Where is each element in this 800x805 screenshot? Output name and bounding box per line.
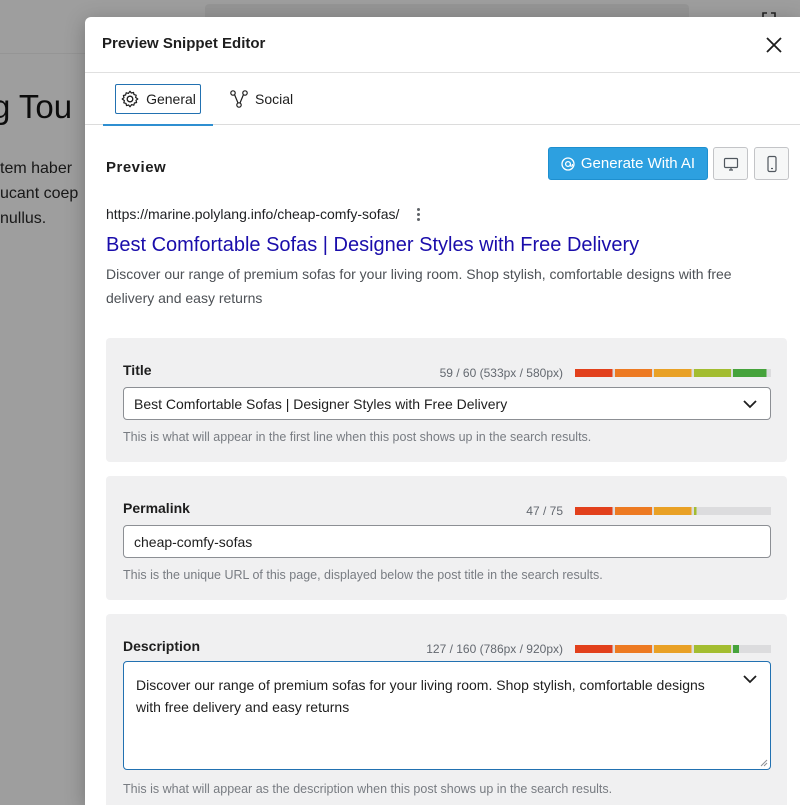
title-input[interactable]: Best Comfortable Sofas | Designer Styles…: [123, 387, 771, 420]
description-field-card: Description 127 / 160 (786px / 920px) Di…: [106, 614, 787, 805]
tab-general-label: General: [146, 91, 196, 107]
desktop-preview-button[interactable]: [713, 147, 748, 180]
meter-segment: [575, 645, 613, 653]
more-options-icon[interactable]: [413, 206, 424, 223]
meter-segment: [654, 645, 692, 653]
meter-segment: [654, 369, 692, 377]
preview-snippet-editor-modal: Preview Snippet Editor General Social Pr…: [85, 17, 800, 805]
close-button[interactable]: [760, 31, 788, 59]
modal-title: Preview Snippet Editor: [102, 35, 266, 52]
share-icon: [230, 90, 248, 108]
close-icon: [766, 37, 782, 53]
snippet-url-row: https://marine.polylang.info/cheap-comfy…: [106, 203, 779, 225]
tab-social-label: Social: [255, 91, 294, 107]
meter-segment: [693, 645, 732, 653]
search-snippet-preview: https://marine.polylang.info/cheap-comfy…: [106, 203, 779, 310]
generate-with-ai-label: Generate With AI: [580, 155, 696, 172]
meter-segment: [575, 369, 613, 377]
permalink-length-meter: [575, 507, 771, 515]
meter-segment: [575, 507, 613, 515]
description-textarea-value: Discover our range of premium sofas for …: [136, 677, 705, 715]
permalink-field-card: Permalink 47 / 75 cheap-comfy-sofas This…: [106, 476, 787, 600]
preview-header: Preview Generate With AI: [106, 125, 789, 189]
tab-general[interactable]: General: [103, 73, 213, 126]
title-char-count: 59 / 60 (533px / 580px): [439, 366, 563, 380]
title-length-meter: [575, 369, 771, 377]
chevron-down-icon[interactable]: [742, 671, 758, 687]
generate-with-ai-button[interactable]: Generate With AI: [548, 147, 708, 180]
tab-general-inner: General: [115, 84, 201, 114]
snippet-title[interactable]: Best Comfortable Sofas | Designer Styles…: [106, 232, 779, 258]
tab-bar: General Social: [85, 73, 800, 126]
description-char-count: 127 / 160 (786px / 920px): [426, 642, 563, 656]
permalink-help-text: This is the unique URL of this page, dis…: [123, 568, 603, 582]
modal-body: Preview Generate With AI https://marine.…: [85, 125, 800, 310]
meter-segment: [614, 369, 653, 377]
title-input-value: Best Comfortable Sofas | Designer Styles…: [134, 395, 508, 412]
meter-segment: [693, 369, 732, 377]
title-field-card: Title 59 / 60 (533px / 580px) Best Comfo…: [106, 338, 787, 462]
modal-header: Preview Snippet Editor: [85, 17, 800, 73]
preview-label: Preview: [106, 159, 167, 176]
resize-handle-icon[interactable]: [760, 759, 768, 767]
description-help-text: This is what will appear as the descript…: [123, 782, 613, 796]
meter-segment: [614, 507, 653, 515]
meter-segment: [693, 507, 732, 515]
description-textarea[interactable]: Discover our range of premium sofas for …: [123, 661, 771, 770]
chevron-down-icon[interactable]: [742, 396, 758, 412]
desktop-icon: [723, 157, 738, 171]
meter-segment: [654, 507, 692, 515]
mobile-icon: [766, 155, 777, 172]
title-field-label: Title: [123, 362, 152, 378]
permalink-char-count: 47 / 75: [526, 504, 563, 518]
description-length-meter: [575, 645, 771, 653]
snippet-url: https://marine.polylang.info/cheap-comfy…: [106, 206, 400, 222]
tab-social[interactable]: Social: [225, 73, 297, 125]
title-help-text: This is what will appear in the first li…: [123, 430, 592, 444]
gear-icon: [121, 90, 139, 108]
mobile-preview-button[interactable]: [754, 147, 789, 180]
ai-icon: [561, 156, 575, 171]
meter-segment: [733, 645, 771, 653]
description-field-label: Description: [123, 638, 201, 654]
snippet-description: Discover our range of premium sofas for …: [106, 266, 732, 306]
meter-segment: [733, 369, 771, 377]
permalink-input[interactable]: cheap-comfy-sofas: [123, 525, 771, 558]
meter-segment: [614, 645, 653, 653]
meter-segment: [733, 507, 771, 515]
permalink-input-value: cheap-comfy-sofas: [134, 533, 253, 550]
permalink-field-label: Permalink: [123, 500, 190, 516]
